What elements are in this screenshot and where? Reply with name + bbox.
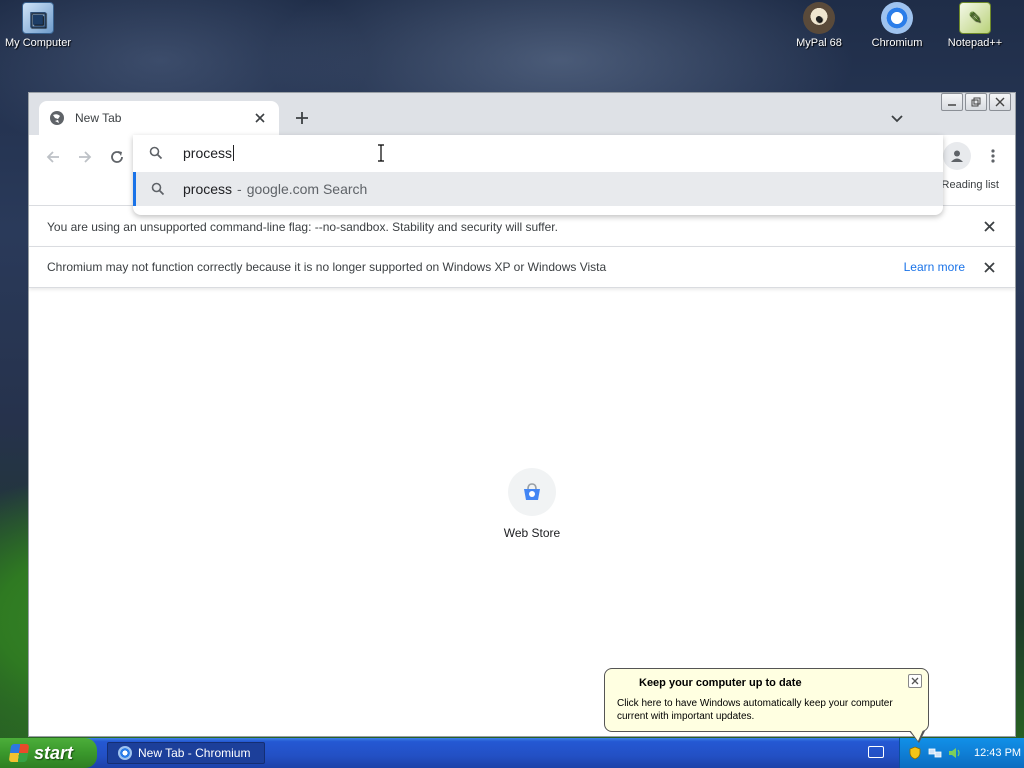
desktop-icon-chromium[interactable]: Chromium [855, 2, 939, 49]
security-shield-icon[interactable] [908, 746, 922, 760]
arrow-left-icon [46, 151, 59, 163]
reload-button[interactable] [105, 145, 129, 169]
shortcut-web-store[interactable]: Web Store [489, 468, 575, 540]
balloon-title: Keep your computer up to date [639, 677, 802, 689]
balloon-close-button[interactable] [908, 674, 922, 688]
taskbar-item-label: New Tab - Chromium [138, 746, 251, 760]
window-controls [941, 93, 1011, 111]
suggestion-separator: - [237, 181, 242, 197]
web-store-icon [508, 468, 556, 516]
profile-button[interactable] [943, 142, 971, 170]
reading-list-button[interactable]: Reading list [942, 179, 999, 191]
taskbar-item-chromium[interactable]: New Tab - Chromium [107, 742, 265, 764]
chromium-icon [118, 746, 132, 760]
tab-strip: New Tab [29, 93, 1015, 135]
start-label: start [34, 742, 74, 763]
desktop-icon-label: Chromium [871, 37, 923, 49]
suggestion-query: process [183, 181, 233, 197]
windows-logo-icon [8, 744, 30, 762]
taskbar: start New Tab - Chromium 12:43 PM [0, 738, 1024, 768]
omnibox-text: process [179, 145, 235, 161]
computer-icon: ▣ [22, 2, 54, 34]
arrow-right-icon [79, 151, 92, 163]
restore-icon [971, 97, 981, 107]
close-window-button[interactable] [989, 93, 1011, 111]
close-icon [995, 97, 1005, 107]
forward-button[interactable] [73, 145, 97, 169]
infobar-message: Chromium may not function correctly beca… [47, 260, 607, 274]
suggestion-source: google.com Search [246, 181, 368, 197]
raccoon-icon: ● [803, 2, 835, 34]
tab-search-button[interactable] [887, 109, 907, 129]
shortcut-label: Web Store [503, 526, 561, 540]
balloon-text: Click here to have Windows automatically… [617, 698, 893, 722]
close-icon [983, 221, 995, 232]
restore-button[interactable] [965, 93, 987, 111]
desktop-icon-notepad-plus-plus[interactable]: ✎ Notepad++ [933, 2, 1017, 49]
search-icon [133, 146, 179, 160]
infobar-message: You are using an unsupported command-lin… [47, 219, 558, 234]
tab-title: New Tab [75, 111, 122, 125]
desktop-icon-label: MyPal 68 [796, 37, 842, 49]
minimize-icon [948, 104, 956, 106]
notepad-icon: ✎ [959, 2, 991, 34]
reload-icon [111, 151, 123, 163]
close-icon [983, 261, 995, 273]
browser-window: New Tab Reading list process process - g… [28, 92, 1016, 737]
infobar-close-button[interactable] [979, 257, 999, 277]
infobar-unsupported-os: Chromium may not function correctly beca… [29, 246, 1015, 288]
start-button[interactable]: start [0, 738, 97, 768]
person-icon [951, 150, 963, 162]
chromium-icon [881, 2, 913, 34]
chevron-down-icon [891, 115, 903, 123]
learn-more-link[interactable]: Learn more [904, 260, 965, 274]
close-icon [911, 677, 919, 685]
desktop-icon-my-computer[interactable]: ▣ My Computer [0, 2, 80, 49]
network-icon[interactable] [928, 746, 942, 760]
text-cursor-icon [378, 144, 384, 162]
keyboard-icon[interactable] [868, 746, 884, 758]
plus-icon [296, 112, 308, 124]
omnibox-input[interactable]: process [133, 135, 943, 171]
three-dots-vertical-icon [991, 149, 995, 163]
tab-close-icon[interactable] [251, 109, 269, 127]
desktop-icon-mypal[interactable]: ● MyPal 68 [777, 2, 861, 49]
infobar-close-button[interactable] [979, 217, 999, 237]
omnibox-popup: process process - google.com Search [133, 135, 943, 215]
back-button[interactable] [41, 145, 65, 169]
tab-new-tab[interactable]: New Tab [39, 101, 279, 135]
search-icon [136, 182, 179, 196]
menu-button[interactable] [981, 144, 1005, 168]
omnibox-suggestion[interactable]: process - google.com Search [133, 172, 943, 206]
globe-icon [49, 110, 65, 126]
clock[interactable]: 12:43 PM [974, 747, 1021, 759]
update-notification-balloon[interactable]: Keep your computer up to date Click here… [604, 668, 929, 743]
minimize-button[interactable] [941, 93, 963, 111]
desktop-icon-label: My Computer [4, 37, 72, 49]
volume-icon[interactable] [948, 746, 962, 760]
desktop-icon-label: Notepad++ [947, 37, 1003, 49]
new-tab-button[interactable] [291, 107, 313, 129]
balloon-tail-fill [910, 730, 923, 741]
